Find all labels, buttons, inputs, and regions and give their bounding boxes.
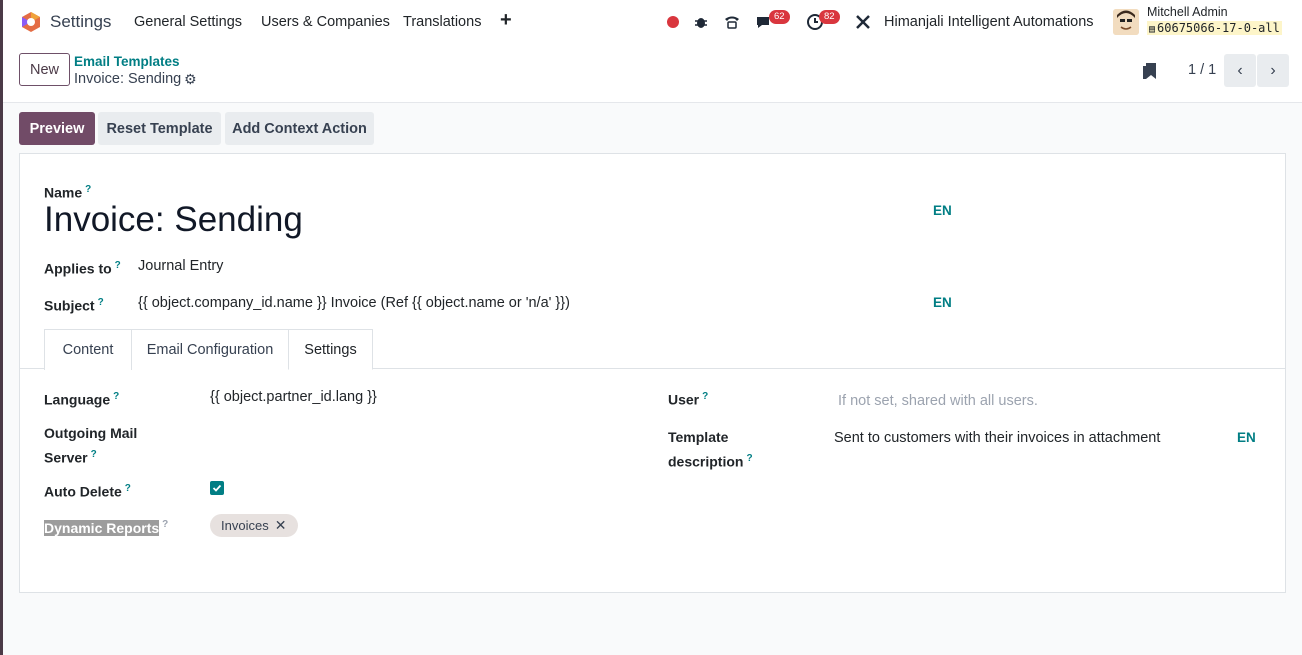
- help-icon[interactable]: ?: [702, 391, 708, 402]
- menu-users-companies[interactable]: Users & Companies: [261, 14, 390, 30]
- tab-email-configuration[interactable]: Email Configuration: [131, 329, 289, 370]
- applies-to-label: Applies to?: [44, 255, 121, 280]
- dynamic-report-tag-label: Invoices: [221, 518, 269, 533]
- template-desc-label-line-2: description: [668, 453, 744, 470]
- user-label: User?: [668, 386, 708, 411]
- database-name-text: 60675066-17-0-all: [1157, 21, 1280, 35]
- auto-delete-checkbox[interactable]: [210, 481, 224, 495]
- add-context-action-button[interactable]: Add Context Action: [225, 112, 374, 145]
- database-name: ▤ 60675066-17-0-all: [1147, 21, 1282, 35]
- close-icon[interactable]: ✕: [275, 517, 287, 534]
- messages-badge: 62: [769, 10, 790, 24]
- auto-delete-label-text: Auto Delete: [44, 483, 122, 500]
- notebook-tabs: Content Email Configuration Settings: [20, 329, 1285, 370]
- help-icon[interactable]: ?: [91, 449, 97, 460]
- menu-general-settings[interactable]: General Settings: [134, 14, 242, 30]
- dynamic-reports-label-text: Dynamic Reports: [44, 519, 160, 536]
- checkmark-icon: [212, 484, 222, 492]
- breadcrumb-current: Invoice: Sending: [74, 71, 182, 87]
- subject-label-text: Subject: [44, 297, 95, 314]
- outgoing-label-line-1: Outgoing Mail: [44, 425, 138, 441]
- language-field[interactable]: {{ object.partner_id.lang }}: [210, 389, 377, 405]
- applies-to-field[interactable]: Journal Entry: [138, 258, 223, 274]
- menu-translations[interactable]: Translations: [403, 14, 481, 30]
- bug-icon[interactable]: [691, 12, 711, 32]
- auto-delete-label: Auto Delete?: [44, 478, 131, 503]
- name-field[interactable]: Invoice: Sending: [44, 200, 303, 240]
- pager-next-button[interactable]: ›: [1257, 54, 1289, 87]
- name-label-text: Name: [44, 184, 83, 201]
- template-desc-label-line-1: Template: [668, 429, 729, 445]
- outgoing-label-line-2: Server: [44, 449, 88, 466]
- preview-button[interactable]: Preview: [19, 112, 95, 145]
- subject-field[interactable]: {{ object.company_id.name }} Invoice (Re…: [138, 295, 570, 311]
- chevron-left-icon: ‹: [1237, 61, 1243, 79]
- app-title[interactable]: Settings: [50, 12, 111, 32]
- language-label-text: Language: [44, 391, 111, 408]
- company-switcher[interactable]: Himanjali Intelligent Automations: [884, 14, 1094, 30]
- tools-icon[interactable]: [853, 12, 873, 32]
- user-avatar[interactable]: [1113, 9, 1139, 35]
- template-description-label: Template description?: [668, 427, 753, 473]
- user-label-text: User: [668, 391, 700, 408]
- outgoing-mail-server-label: Outgoing Mail Server?: [44, 423, 137, 469]
- control-panel: New Email Templates Invoice: Sending ⚙ 1…: [3, 45, 1302, 103]
- help-icon[interactable]: ?: [746, 453, 752, 464]
- tab-settings[interactable]: Settings: [288, 329, 373, 370]
- pager-value[interactable]: 1 / 1: [1188, 62, 1216, 78]
- top-navbar: Settings General Settings Users & Compan…: [3, 0, 1302, 45]
- applies-to-label-text: Applies to: [44, 260, 112, 277]
- form-sheet: Name? Invoice: Sending EN Applies to? Jo…: [19, 153, 1286, 593]
- template-description-field[interactable]: Sent to customers with their invoices in…: [834, 430, 1160, 446]
- gear-icon[interactable]: ⚙: [184, 71, 197, 88]
- phone-icon[interactable]: [722, 12, 742, 32]
- help-icon[interactable]: ?: [125, 483, 131, 494]
- record-icon[interactable]: [663, 12, 683, 32]
- pager-previous-button[interactable]: ‹: [1224, 54, 1256, 87]
- subject-lang-button[interactable]: EN: [933, 295, 952, 310]
- template-description-lang-button[interactable]: EN: [1237, 430, 1256, 445]
- help-icon[interactable]: ?: [162, 519, 168, 530]
- name-lang-button[interactable]: EN: [933, 203, 952, 218]
- help-icon[interactable]: ?: [115, 260, 121, 271]
- user-name[interactable]: Mitchell Admin: [1147, 5, 1228, 19]
- bookmark-icon[interactable]: [1143, 61, 1157, 81]
- database-icon: ▤: [1149, 24, 1156, 35]
- odoo-app-icon[interactable]: [20, 11, 42, 33]
- subject-label: Subject?: [44, 292, 104, 317]
- plus-icon[interactable]: +: [500, 9, 512, 32]
- help-icon[interactable]: ?: [85, 184, 91, 195]
- dynamic-reports-label: Dynamic Reports?: [44, 514, 168, 539]
- reset-template-button[interactable]: Reset Template: [98, 112, 221, 145]
- new-button[interactable]: New: [19, 53, 70, 86]
- breadcrumb-email-templates[interactable]: Email Templates: [74, 54, 180, 69]
- chevron-right-icon: ›: [1270, 61, 1276, 79]
- activities-badge: 82: [819, 10, 840, 24]
- language-label: Language?: [44, 386, 119, 411]
- help-icon[interactable]: ?: [113, 391, 119, 402]
- user-field[interactable]: If not set, shared with all users.: [838, 393, 1038, 409]
- tab-content[interactable]: Content: [44, 329, 132, 370]
- dynamic-report-tag[interactable]: Invoices ✕: [210, 514, 299, 537]
- help-icon[interactable]: ?: [98, 297, 104, 308]
